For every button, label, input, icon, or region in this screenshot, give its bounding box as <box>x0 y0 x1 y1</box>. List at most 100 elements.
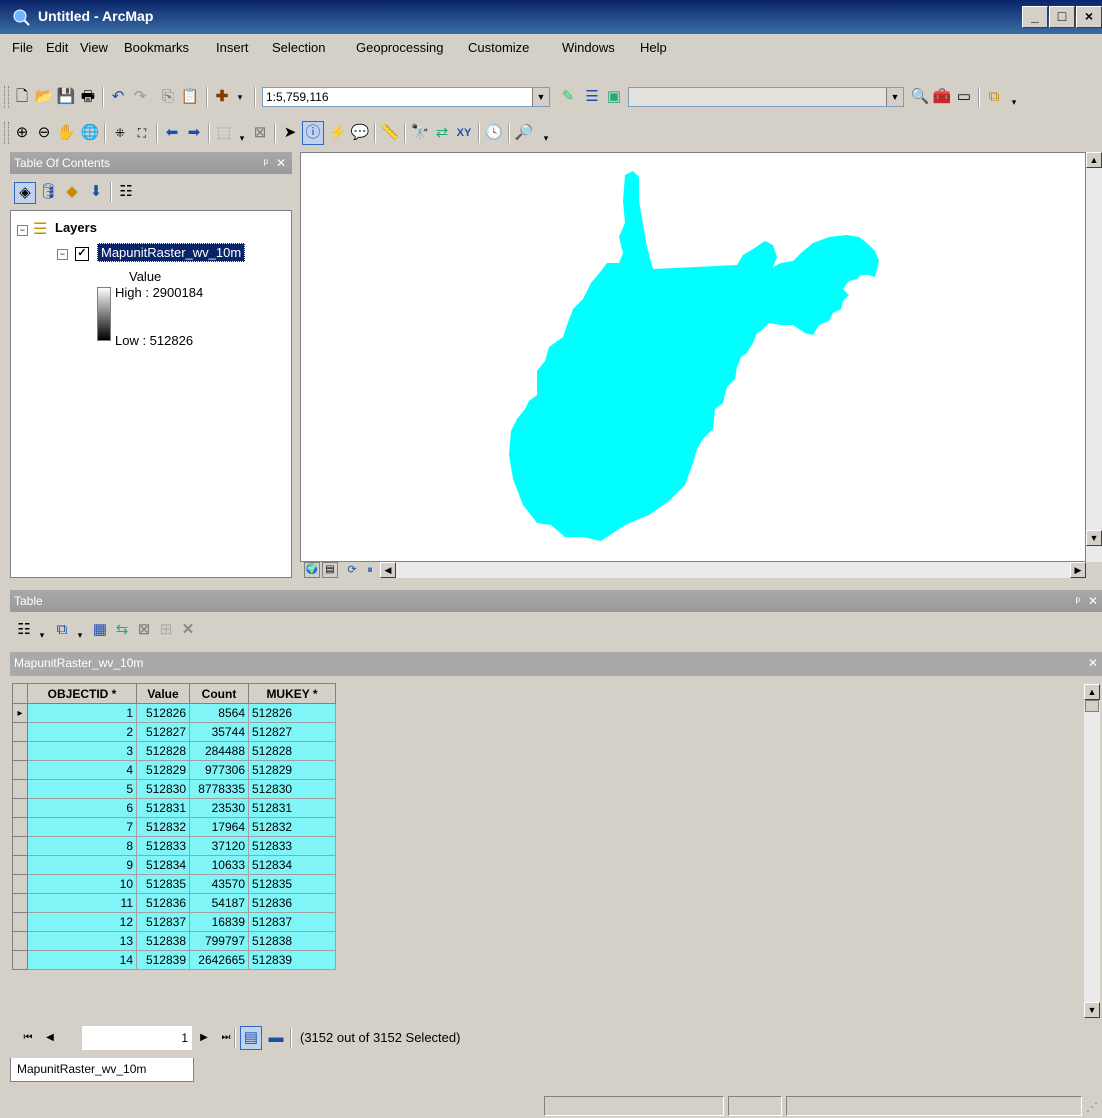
table-row[interactable]: ▸ 1 512826 8564 512826 <box>12 703 336 723</box>
next-record-icon[interactable]: ▶ <box>194 1028 214 1048</box>
table-row[interactable]: 8 512833 37120 512833 <box>12 836 336 856</box>
row-selector[interactable] <box>12 950 28 970</box>
pan-hand-icon[interactable]: ✋ <box>56 123 76 143</box>
paste-icon[interactable]: 📋 <box>180 87 200 107</box>
first-record-icon[interactable]: ⏮ <box>18 1028 38 1048</box>
identify-icon[interactable]: ⓘ <box>302 121 324 145</box>
select-elements-pointer-icon[interactable]: ➤ <box>280 123 300 143</box>
list-by-source-icon[interactable]: 🛢 <box>38 182 58 202</box>
scroll-thumb[interactable] <box>1085 700 1099 712</box>
cell-value[interactable]: 512836 <box>136 893 190 913</box>
scroll-down-icon[interactable]: ▼ <box>1084 1002 1100 1018</box>
back-arrow-icon[interactable]: ⬅ <box>162 123 182 143</box>
data-frame-label[interactable]: Layers <box>55 220 97 235</box>
column-header-value[interactable]: Value <box>136 683 190 704</box>
refresh-icon[interactable]: ⟳ <box>344 562 360 578</box>
toolbar-grip[interactable] <box>4 122 9 144</box>
resize-grip-icon[interactable]: ⋰ <box>1086 1100 1098 1114</box>
find-route-icon[interactable]: ⇄ <box>432 123 452 143</box>
pause-drawing-icon[interactable]: ⏸ <box>362 562 378 578</box>
current-record-input[interactable]: 1 <box>82 1026 192 1050</box>
new-document-icon[interactable]: 🗋 <box>12 87 32 107</box>
cell-value[interactable]: 512835 <box>136 874 190 894</box>
map-horizontal-scrollbar[interactable] <box>396 562 1070 578</box>
cell-objectid[interactable]: 10 <box>27 874 137 894</box>
show-selected-records-icon[interactable]: ▬ <box>266 1028 286 1048</box>
arctoolbox-icon[interactable]: 🧰 <box>932 87 952 107</box>
data-view-icon[interactable]: 🌍 <box>304 562 320 578</box>
python-window-icon[interactable]: ▭ <box>954 87 974 107</box>
table-row[interactable]: 7 512832 17964 512832 <box>12 817 336 837</box>
hyperlink-lightning-icon[interactable]: ⚡ <box>328 123 348 143</box>
cell-value[interactable]: 512832 <box>136 817 190 837</box>
cell-value[interactable]: 512830 <box>136 779 190 799</box>
fixed-zoom-in-icon[interactable]: ⁜ <box>110 123 130 143</box>
table-options-dropdown-icon[interactable]: ▾ <box>32 625 52 645</box>
copy-icon[interactable]: ⎘ <box>158 87 178 107</box>
table-row[interactable]: 10 512835 43570 512835 <box>12 874 336 894</box>
cell-objectid[interactable]: 14 <box>27 950 137 970</box>
cell-count[interactable]: 17964 <box>189 817 249 837</box>
cell-count[interactable]: 284488 <box>189 741 249 761</box>
cell-mukey[interactable]: 512832 <box>248 817 336 837</box>
search-combobox[interactable]: ▼ <box>628 87 904 107</box>
previous-record-icon[interactable]: ◀ <box>40 1028 60 1048</box>
select-features-icon[interactable]: ⬚ <box>214 123 234 143</box>
close-icon[interactable]: ✕ <box>1088 590 1098 612</box>
list-by-drawing-order-icon[interactable]: ◈ <box>14 182 36 204</box>
full-extent-globe-icon[interactable]: 🌐 <box>80 123 100 143</box>
menu-insert[interactable]: Insert <box>216 40 249 55</box>
options-icon[interactable]: ☷ <box>116 182 136 202</box>
table-row[interactable]: 4 512829 977306 512829 <box>12 760 336 780</box>
minimize-button[interactable]: _ <box>1022 6 1048 28</box>
scroll-right-icon[interactable]: ▶ <box>1070 562 1086 578</box>
table-row[interactable]: 9 512834 10633 512834 <box>12 855 336 875</box>
cell-objectid[interactable]: 13 <box>27 931 137 951</box>
switch-selection-icon[interactable]: ⇆ <box>112 620 132 640</box>
layer-name[interactable]: MapunitRaster_wv_10m <box>97 243 246 262</box>
cell-objectid[interactable]: 9 <box>27 855 137 875</box>
cell-value[interactable]: 512829 <box>136 760 190 780</box>
cell-count[interactable]: 43570 <box>189 874 249 894</box>
cell-value[interactable]: 512837 <box>136 912 190 932</box>
related-tables-dropdown-icon[interactable]: ▾ <box>70 625 90 645</box>
select-dropdown-icon[interactable]: ▾ <box>232 128 252 148</box>
time-slider-icon[interactable]: 🕓 <box>484 123 504 143</box>
cell-objectid[interactable]: 1 <box>27 703 137 723</box>
menu-edit[interactable]: Edit <box>46 40 68 55</box>
cell-mukey[interactable]: 512831 <box>248 798 336 818</box>
zoom-out-icon[interactable]: ⊖ <box>34 123 54 143</box>
cell-value[interactable]: 512833 <box>136 836 190 856</box>
cell-value[interactable]: 512839 <box>136 950 190 970</box>
cell-objectid[interactable]: 4 <box>27 760 137 780</box>
cell-count[interactable]: 977306 <box>189 760 249 780</box>
row-selector[interactable] <box>12 760 28 780</box>
cell-value[interactable]: 512831 <box>136 798 190 818</box>
cell-mukey[interactable]: 512829 <box>248 760 336 780</box>
column-header-objectid[interactable]: OBJECTID * <box>27 683 137 704</box>
cell-count[interactable]: 54187 <box>189 893 249 913</box>
menu-windows[interactable]: Windows <box>562 40 615 55</box>
chevron-down-icon[interactable]: ▼ <box>532 88 549 106</box>
menu-selection[interactable]: Selection <box>272 40 325 55</box>
open-folder-icon[interactable]: 📂 <box>34 87 54 107</box>
row-selector[interactable] <box>12 893 28 913</box>
cell-mukey[interactable]: 512827 <box>248 722 336 742</box>
cell-mukey[interactable]: 512839 <box>248 950 336 970</box>
layer-visibility-checkbox[interactable]: ✓ <box>75 247 89 261</box>
column-header-count[interactable]: Count <box>189 683 249 704</box>
scroll-left-icon[interactable]: ◀ <box>380 562 396 578</box>
menu-geoprocessing[interactable]: Geoprocessing <box>356 40 443 55</box>
fixed-zoom-out-icon[interactable]: ⛶ <box>132 123 152 143</box>
modelbuilder-icon[interactable]: ⧉ <box>984 87 1004 107</box>
map-display[interactable] <box>300 152 1086 562</box>
menu-customize[interactable]: Customize <box>468 40 529 55</box>
cell-objectid[interactable]: 5 <box>27 779 137 799</box>
table-row[interactable]: 14 512839 2642665 512839 <box>12 950 336 970</box>
cell-objectid[interactable]: 2 <box>27 722 137 742</box>
cell-count[interactable]: 10633 <box>189 855 249 875</box>
chevron-down-icon[interactable]: ▼ <box>886 88 903 106</box>
cell-count[interactable]: 35744 <box>189 722 249 742</box>
cell-mukey[interactable]: 512834 <box>248 855 336 875</box>
cell-count[interactable]: 8564 <box>189 703 249 723</box>
